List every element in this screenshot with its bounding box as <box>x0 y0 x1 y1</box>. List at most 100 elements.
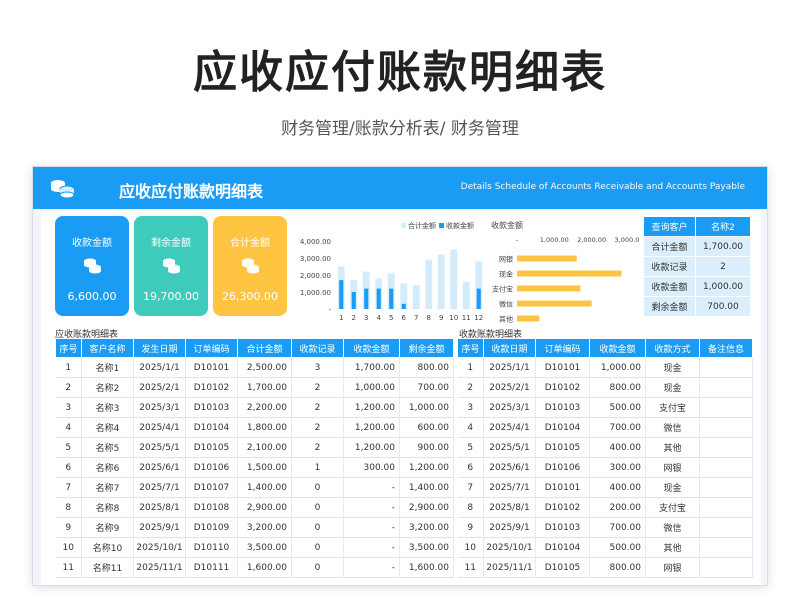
table-cell: 名称7 <box>81 477 134 498</box>
table-cell: 名称2 <box>81 377 134 398</box>
table-cell: 名称11 <box>81 557 134 578</box>
table-cell: 2025/5/1 <box>133 437 186 458</box>
table-cell: 0 <box>291 497 344 518</box>
table-cell: 2025/6/1 <box>483 457 536 478</box>
table-cell: 400.00 <box>589 437 646 458</box>
bar <box>425 259 433 309</box>
card-label: 剩余金额 <box>151 238 191 249</box>
table-cell: 1,200.00 <box>343 397 400 418</box>
table-cell: 700.00 <box>399 377 454 398</box>
table-cell: 600.00 <box>399 417 454 438</box>
table-row: 11 2025/11/1 D10105 800.00 网银 <box>457 557 753 578</box>
table-cell: 200.00 <box>589 497 646 518</box>
x-tick-label: 7 <box>414 314 418 322</box>
card-value: 6,600.00 <box>67 290 117 303</box>
table-cell: D10101 <box>535 477 590 498</box>
summary-value: 700.00 <box>695 296 751 317</box>
table-cell <box>699 517 753 538</box>
table-cell: 5 <box>457 437 484 458</box>
table-cell: 1,000.00 <box>399 397 454 418</box>
table-row: 10 2025/10/1 D10104 500.00 其他 <box>457 537 753 558</box>
chart-title: 收款金额 <box>491 220 523 230</box>
x-tick-label: 2 <box>352 314 356 322</box>
table-cell: 名称10 <box>81 537 134 558</box>
y-tick-label: 网银 <box>499 255 513 264</box>
column-header: 收款日期 <box>483 338 536 358</box>
table-cell: 500.00 <box>589 537 646 558</box>
column-header: 订单编码 <box>535 338 590 358</box>
table-cell: D10105 <box>535 557 590 578</box>
table-cell: 400.00 <box>589 477 646 498</box>
y-tick-label: 3,000.00 <box>300 255 331 263</box>
table-row: 8 2025/8/1 D10102 200.00 支付宝 <box>457 497 753 518</box>
column-header: 序号 <box>457 338 484 358</box>
table-row: 10 名称10 2025/10/1 D10110 3,500.00 0-3,500.00 <box>55 537 454 558</box>
column-header: 收款金额 <box>589 338 646 358</box>
table-cell <box>699 357 753 378</box>
card-label: 收款金额 <box>72 238 112 249</box>
table-cell: 700.00 <box>589 517 646 538</box>
page-subtitle: 财务管理/账款分析表/ 财务管理 <box>281 119 519 139</box>
card-total-amount: 合计金额 26,300.00 <box>213 216 287 316</box>
table-cell: 2025/1/1 <box>133 357 186 378</box>
summary-value[interactable]: 名称2 <box>695 216 751 237</box>
summary-row: 剩余金额 700.00 <box>643 296 751 317</box>
bar <box>462 281 470 309</box>
table-cell: 300.00 <box>589 457 646 478</box>
table-cell: 名称4 <box>81 417 134 438</box>
card-label: 合计金额 <box>230 238 270 249</box>
table-cell: 800.00 <box>399 357 454 378</box>
table-cell: 1,700.00 <box>237 377 292 398</box>
table-cell <box>699 557 753 578</box>
table-cell: 7 <box>55 477 82 498</box>
legend-swatch <box>401 223 406 228</box>
coins-icon <box>163 258 180 274</box>
monthly-bar-chart: 合计金额 收款金额 4,000.00 3,000.00 2,000.00 1,000.00… <box>289 215 489 327</box>
table-cell: 名称1 <box>81 357 134 378</box>
bar <box>517 315 540 322</box>
table-cell: 2,900.00 <box>399 497 454 518</box>
table-row: 11 名称11 2025/11/1 D10111 1,600.00 0-1,600.00 <box>55 557 454 578</box>
table-cell: 2025/9/1 <box>483 517 536 538</box>
table-cell: 0 <box>291 557 344 578</box>
table-row: 6 名称6 2025/6/1 D10106 1,500.00 1 300.00 1,200.0… <box>55 457 454 478</box>
table-cell: 现金 <box>645 377 700 398</box>
table-row: 1 名称1 2025/1/1 D10101 2,500.00 3 1,700.00 800.0… <box>55 357 454 378</box>
table-cell: 7 <box>457 477 484 498</box>
summary-label: 收款金额 <box>643 276 696 297</box>
x-tick-label: - <box>516 236 519 244</box>
summary-label: 收款记录 <box>643 256 696 277</box>
table-cell: 名称8 <box>81 497 134 518</box>
y-tick-label: 支付宝 <box>492 285 513 294</box>
x-tick-label: 9 <box>439 314 443 322</box>
table-cell: 支付宝 <box>645 397 700 418</box>
table-cell: 0 <box>291 537 344 558</box>
table-cell <box>699 537 753 558</box>
table-cell: D10104 <box>535 537 590 558</box>
bar <box>450 249 458 309</box>
table-cell <box>699 477 753 498</box>
table-cell: 2025/5/1 <box>483 437 536 458</box>
sheet-header: 应收应付账款明细表 Details Schedule of Accounts R… <box>33 167 767 209</box>
table-cell: 1,700.00 <box>343 357 400 378</box>
spreadsheet-preview: 应收应付账款明细表 Details Schedule of Accounts R… <box>32 166 768 586</box>
table-cell: 现金 <box>645 357 700 378</box>
table-row: 4 2025/4/1 D10104 700.00 微信 <box>457 417 753 438</box>
summary-value: 1,000.00 <box>695 276 751 297</box>
y-tick-label: 1,000.00 <box>300 289 331 297</box>
table-cell: - <box>343 517 400 538</box>
summary-row: 收款记录 2 <box>643 256 751 277</box>
table-cell: 1 <box>457 357 484 378</box>
column-header: 订单编码 <box>185 338 238 358</box>
table-cell: 2 <box>291 417 344 438</box>
table-cell: 3 <box>55 397 82 418</box>
x-tick-label: 1,000.00 <box>540 236 569 244</box>
summary-label: 查询客户 <box>643 216 696 237</box>
table-cell: 1,600.00 <box>399 557 454 578</box>
table-cell: 2,100.00 <box>237 437 292 458</box>
summary-row: 合计金额 1,700.00 <box>643 236 751 257</box>
table-cell: 2025/10/1 <box>483 537 536 558</box>
table-cell: 2025/8/1 <box>133 497 186 518</box>
table-cell: 1,400.00 <box>399 477 454 498</box>
y-tick-label: - <box>328 306 331 314</box>
